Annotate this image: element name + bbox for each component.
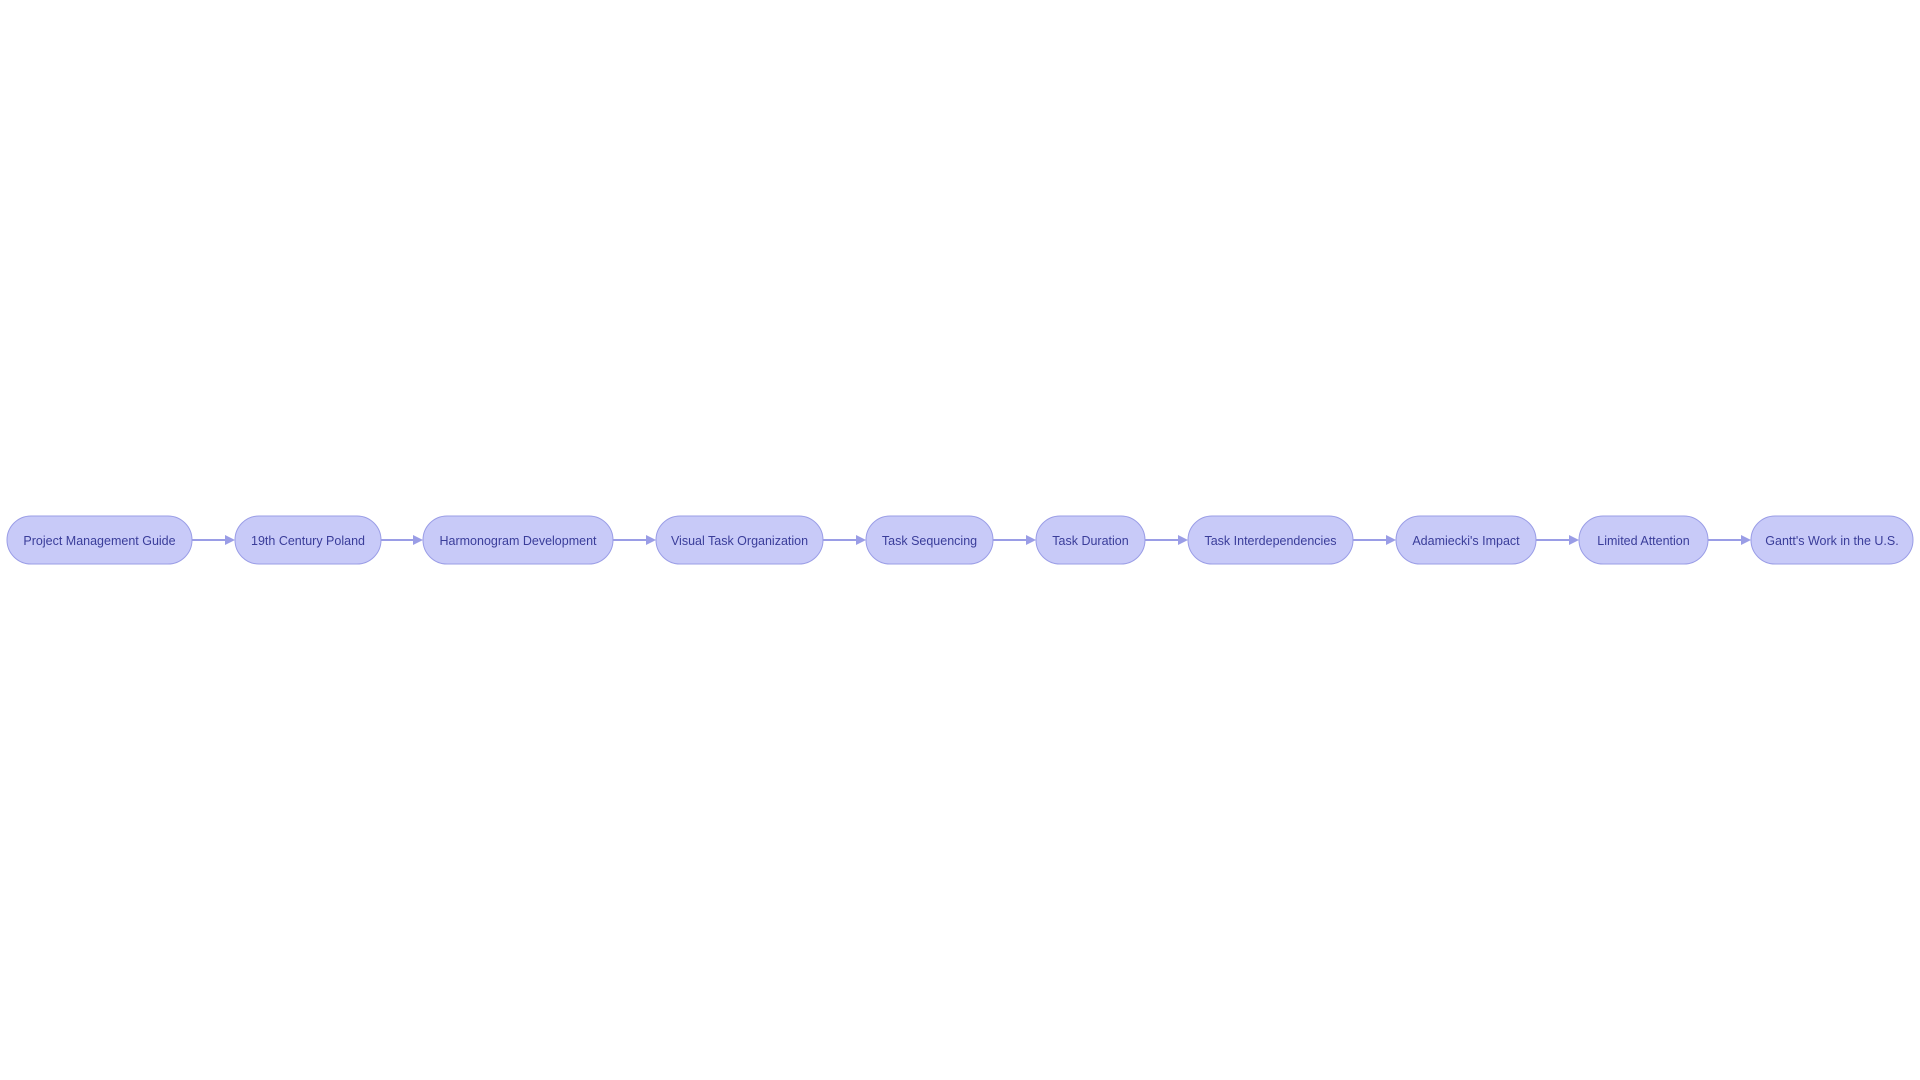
node-gantts-work-in-the-us[interactable]: Gantt's Work in the U.S.	[1750, 515, 1914, 565]
arrowhead-icon	[1178, 535, 1188, 545]
node-label: Visual Task Organization	[671, 534, 808, 548]
arrowhead-icon	[413, 535, 423, 545]
node-label: Task Sequencing	[882, 534, 977, 548]
arrowhead-icon	[646, 535, 656, 545]
node-task-duration[interactable]: Task Duration	[1035, 515, 1146, 565]
node-label: Gantt's Work in the U.S.	[1765, 534, 1898, 548]
arrowhead-icon	[225, 535, 235, 545]
node-visual-task-organization[interactable]: Visual Task Organization	[655, 515, 824, 565]
node-label: Harmonogram Development	[439, 534, 597, 548]
node-limited-attention[interactable]: Limited Attention	[1578, 515, 1709, 565]
node-label: 19th Century Poland	[251, 534, 365, 548]
edge-arrow	[823, 535, 866, 545]
node-label: Project Management Guide	[23, 534, 175, 548]
arrowhead-icon	[856, 535, 866, 545]
edge-arrow	[1145, 535, 1188, 545]
node-label: Task Duration	[1052, 534, 1128, 548]
arrowhead-icon	[1569, 535, 1579, 545]
node-project-management-guide[interactable]: Project Management Guide	[6, 515, 193, 565]
node-label: Task Interdependencies	[1204, 534, 1336, 548]
flowchart-canvas: Project Management Guide 19th Century Po…	[6, 515, 1914, 565]
edge-arrow	[381, 535, 423, 545]
node-adamieckis-impact[interactable]: Adamiecki's Impact	[1395, 515, 1537, 565]
node-label: Adamiecki's Impact	[1412, 534, 1520, 548]
edge-arrow	[1536, 535, 1579, 545]
edge-arrow	[1708, 535, 1751, 545]
node-task-sequencing[interactable]: Task Sequencing	[865, 515, 994, 565]
edge-arrow	[192, 535, 235, 545]
arrowhead-icon	[1026, 535, 1036, 545]
arrowhead-icon	[1386, 535, 1396, 545]
node-label: Limited Attention	[1597, 534, 1689, 548]
nodes-layer: Project Management Guide 19th Century Po…	[6, 515, 1914, 565]
arrowhead-icon	[1741, 535, 1751, 545]
edge-arrow	[993, 535, 1036, 545]
node-task-interdependencies[interactable]: Task Interdependencies	[1187, 515, 1354, 565]
edge-arrow	[613, 535, 656, 545]
edge-arrow	[1353, 535, 1396, 545]
node-19th-century-poland[interactable]: 19th Century Poland	[234, 515, 382, 565]
node-harmonogram-development[interactable]: Harmonogram Development	[422, 515, 614, 565]
